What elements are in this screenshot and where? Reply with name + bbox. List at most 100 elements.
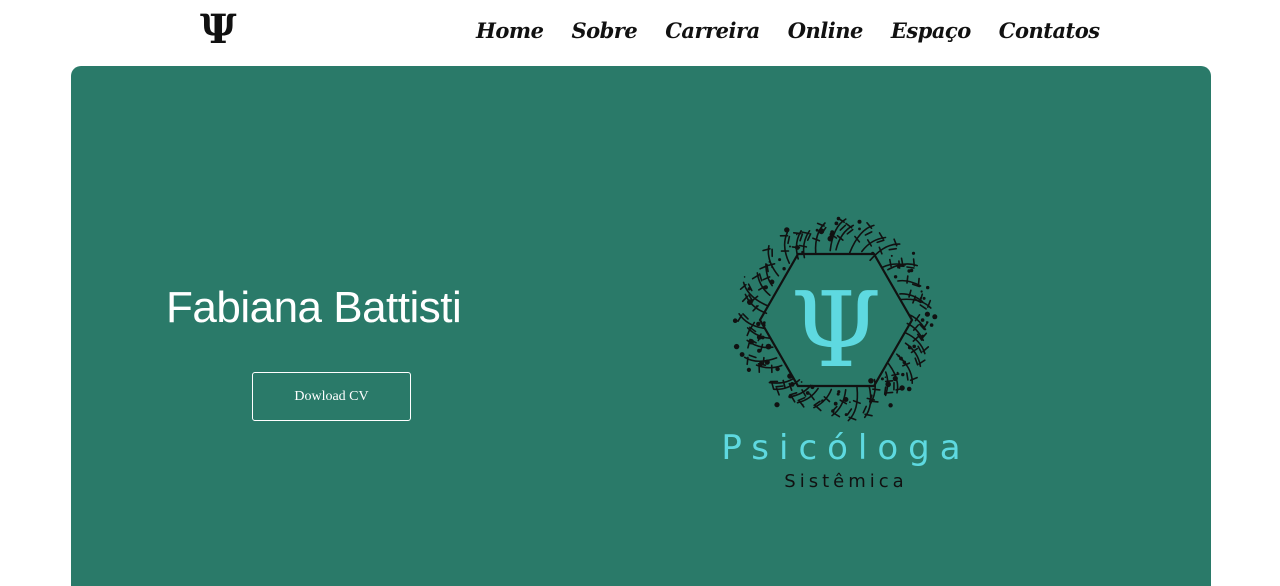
wreath-berry xyxy=(771,266,773,268)
wreath-twig xyxy=(760,274,762,281)
brand-psi-symbol: Ψ xyxy=(790,269,881,391)
wreath-twig xyxy=(788,237,789,244)
wreath-berry xyxy=(821,399,824,402)
wreath-berry xyxy=(907,387,912,392)
wreath-twig xyxy=(776,386,783,387)
wreath-berry xyxy=(775,367,779,371)
wreath-branch xyxy=(848,388,857,421)
wreath-berry xyxy=(784,227,789,232)
wreath-berry xyxy=(806,391,810,395)
wreath-berry xyxy=(796,234,798,236)
wreath-berry xyxy=(849,401,851,403)
nav-link-online[interactable]: Online xyxy=(788,18,863,43)
wreath-berry xyxy=(835,222,839,226)
wreath-twig xyxy=(920,305,926,309)
wreath-berry xyxy=(834,402,838,406)
nav-link-sobre[interactable]: Sobre xyxy=(571,18,637,43)
wreath-berry xyxy=(747,368,751,372)
wreath-branch xyxy=(870,244,900,260)
psi-logo-icon[interactable]: Ψ xyxy=(200,6,237,54)
wreath-berry xyxy=(816,229,819,232)
wreath-berry xyxy=(921,318,925,322)
wreath-twig xyxy=(918,346,921,352)
wreath-berry xyxy=(901,359,903,361)
wreath-berry xyxy=(923,297,926,300)
wreath-twig xyxy=(863,406,866,412)
wreath-berry xyxy=(733,318,738,323)
nav-link-carreira[interactable]: Carreira xyxy=(665,18,759,43)
wreath-berry xyxy=(885,376,887,378)
wreath-berry xyxy=(908,346,912,350)
wreath-berry xyxy=(904,363,906,365)
wreath-twig xyxy=(800,246,807,247)
wreath-berry xyxy=(926,286,929,289)
nav-item-sobre: Sobre xyxy=(571,14,637,48)
wreath-twig xyxy=(915,358,917,365)
wreath-twig xyxy=(747,357,748,364)
hero-name: Fabiana Battisti xyxy=(166,280,461,336)
wreath-twig xyxy=(846,224,852,228)
wreath-berry xyxy=(921,290,923,292)
nav-link-espaco[interactable]: Espaço xyxy=(891,18,971,43)
wreath-branch xyxy=(816,223,825,253)
wreath-berry xyxy=(744,276,746,278)
wreath-berry xyxy=(897,372,899,374)
wreath-berry xyxy=(818,228,824,234)
wreath-berry xyxy=(830,230,834,234)
wreath-twig xyxy=(889,249,896,250)
wreath-berry xyxy=(920,297,922,299)
wreath-berry xyxy=(764,285,768,289)
wreath-twig xyxy=(907,267,914,268)
wreath-berry xyxy=(921,335,924,338)
wreath-berry xyxy=(789,394,793,398)
wreath-berry xyxy=(757,335,762,340)
wreath-twig xyxy=(800,234,802,241)
main-nav: Home Sobre Carreira Online Espaço Contat… xyxy=(476,14,1100,48)
wreath-twig xyxy=(847,230,852,234)
wreath-twig xyxy=(816,406,821,411)
wreath-twig xyxy=(808,234,811,240)
wreath-twig xyxy=(865,232,871,235)
nav-item-online: Online xyxy=(788,14,863,48)
wreath-berry xyxy=(845,413,848,416)
wreath-berry xyxy=(898,355,900,357)
wreath-twig xyxy=(907,373,908,380)
nav-item-contatos: Contatos xyxy=(999,14,1100,48)
wreath-berry xyxy=(734,344,739,349)
brand-subtitle: Sistêmica xyxy=(716,470,976,494)
wreath-berry xyxy=(756,322,760,326)
nav-item-carreira: Carreira xyxy=(665,14,759,48)
hero-section: Fabiana Battisti Dowload CV Ψ Psicóloga … xyxy=(71,66,1211,586)
wreath-berry xyxy=(756,305,758,307)
wreath-berry xyxy=(926,321,928,323)
nav-link-home[interactable]: Home xyxy=(476,18,543,43)
nav-item-espaco: Espaço xyxy=(891,14,971,48)
wreath-twig xyxy=(918,279,919,286)
wreath-berry xyxy=(802,404,804,406)
wreath-berry xyxy=(894,275,897,278)
wreath-branch xyxy=(768,246,778,276)
wreath-twig xyxy=(768,264,775,266)
nav-link-contatos[interactable]: Contatos xyxy=(999,18,1100,43)
wreath-twig xyxy=(743,314,748,319)
wreath-berry xyxy=(899,385,904,390)
wreath-twig xyxy=(763,358,764,365)
wreath-twig xyxy=(840,225,845,230)
wreath-twig xyxy=(886,392,893,393)
wreath-berry xyxy=(769,261,771,263)
wreath-berry xyxy=(747,299,753,305)
wreath-berry xyxy=(910,269,913,272)
wreath-berry xyxy=(774,402,779,407)
download-cv-button[interactable]: Dowload CV xyxy=(252,372,411,421)
wreath-berry xyxy=(740,352,745,357)
wreath-berry xyxy=(789,246,791,248)
psi-hexagon-wreath-logo-icon: Ψ xyxy=(716,206,976,426)
wreath-berry xyxy=(885,382,891,388)
wreath-berry xyxy=(932,314,937,319)
wreath-twig xyxy=(892,374,899,375)
wreath-berry xyxy=(766,344,772,350)
wreath-berry xyxy=(891,255,893,257)
wreath-berry xyxy=(831,409,834,412)
wreath-twig xyxy=(749,355,756,357)
wreath-twig xyxy=(877,240,884,242)
